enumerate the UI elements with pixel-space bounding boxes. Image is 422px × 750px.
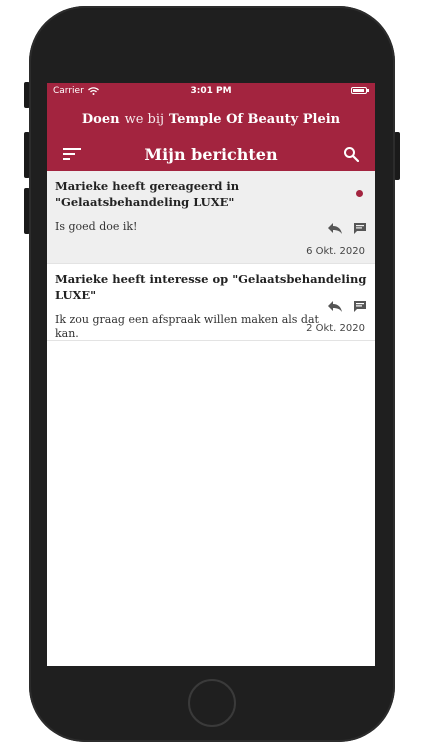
reply-icon[interactable] — [327, 222, 343, 235]
battery-icon — [351, 87, 369, 94]
comment-icon[interactable] — [353, 222, 367, 235]
message-item[interactable]: Marieke heeft interesse op "Gelaatsbehan… — [47, 264, 375, 341]
message-actions — [327, 300, 367, 313]
unread-indicator — [356, 190, 363, 197]
page-title: Mijn berichten — [144, 145, 278, 164]
message-item[interactable]: Marieke heeft gereageerd in "Gelaatsbeha… — [47, 171, 375, 264]
message-body: Is goed doe ik! — [55, 220, 138, 233]
brand-doen: Doen — [81, 111, 120, 127]
sort-menu-icon[interactable] — [63, 147, 81, 161]
message-date: 2 Okt. 2020 — [306, 323, 365, 334]
battery-level — [353, 89, 364, 92]
app-screen: Carrier 3:01 PM Doen we bij Temple Of Be… — [47, 83, 375, 666]
message-title: Marieke heeft interesse op "Gelaatsbehan… — [55, 272, 367, 302]
message-actions — [327, 222, 367, 235]
brand-we-bij: we bij — [124, 111, 165, 127]
status-time: 3:01 PM — [190, 86, 232, 96]
message-date: 6 Okt. 2020 — [306, 246, 365, 257]
search-icon[interactable] — [343, 146, 359, 162]
app-toolbar: Mijn berichten — [47, 138, 375, 171]
comment-icon[interactable] — [353, 300, 367, 313]
message-title: Marieke heeft gereageerd in "Gelaatsbeha… — [55, 179, 240, 209]
reply-icon[interactable] — [327, 300, 343, 313]
status-bar: Carrier 3:01 PM — [47, 83, 375, 100]
brand-header: Doen we bij Temple Of Beauty Plein — [47, 100, 375, 138]
brand-place: Temple Of Beauty Plein — [169, 111, 341, 127]
home-button[interactable] — [186, 677, 238, 729]
